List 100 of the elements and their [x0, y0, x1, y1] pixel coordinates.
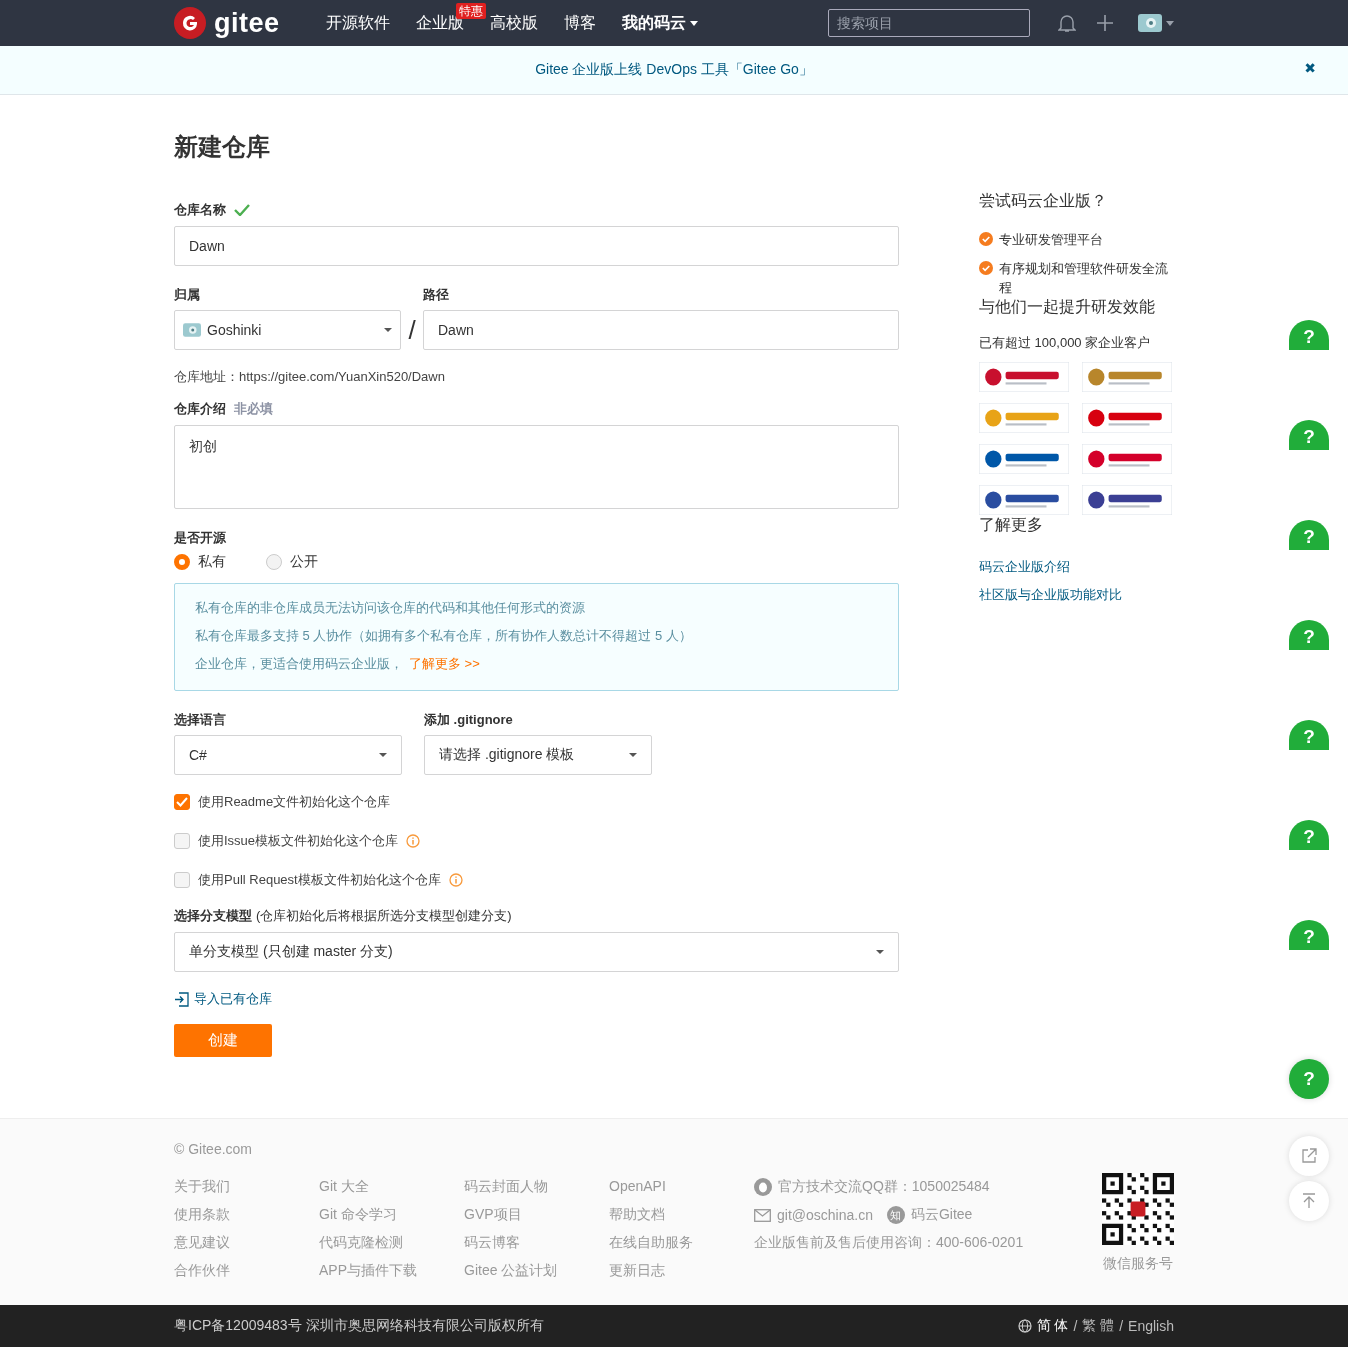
- footer-link[interactable]: 使用条款: [174, 1205, 319, 1223]
- footer-link[interactable]: OpenAPI: [609, 1177, 754, 1195]
- nav-link[interactable]: 开源软件: [326, 12, 390, 34]
- checkbox[interactable]: [174, 833, 190, 849]
- help-button[interactable]: ?: [1289, 620, 1329, 650]
- checkbox[interactable]: [174, 872, 190, 888]
- caret-icon: [690, 20, 698, 26]
- logo-text[interactable]: gitee: [214, 7, 280, 39]
- feature-text: 有序规划和管理软件研发全流程: [999, 260, 1169, 297]
- footer-link[interactable]: 码云博客: [464, 1233, 609, 1251]
- owner-select[interactable]: Goshinki: [174, 310, 401, 350]
- footer-link[interactable]: 合作伙伴: [174, 1261, 319, 1279]
- import-repository-link[interactable]: 导入已有仓库: [194, 990, 272, 1008]
- nav-link[interactable]: 我的码云: [622, 12, 698, 34]
- language-link[interactable]: 简 体: [1036, 1317, 1069, 1335]
- sidebar-heading: 了解更多: [979, 515, 1044, 535]
- help-button[interactable]: ?: [1289, 520, 1329, 550]
- help-button[interactable]: ?: [1289, 820, 1329, 850]
- sales-contact-text: 企业版售前及售后使用咨询：400-606-0201: [754, 1234, 1024, 1252]
- create-button[interactable]: 创建: [174, 1024, 272, 1057]
- sidebar-link[interactable]: 码云企业版介绍: [979, 558, 1174, 576]
- caret-icon: [1166, 20, 1174, 26]
- avatar-icon: [183, 323, 201, 337]
- field-label: 添加 .gitignore: [424, 711, 514, 729]
- field-label: 仓库名称: [174, 201, 226, 219]
- mail-icon: [754, 1208, 771, 1222]
- notice-text: 私有仓库最多支持 5 人协作（如拥有多个私有仓库，所有协作人数总计不得超过 5 人）: [195, 627, 693, 645]
- sidebar-link[interactable]: 社区版与企业版功能对比: [979, 586, 1174, 604]
- zhihu-badge: 知: [886, 1206, 905, 1224]
- footer-link[interactable]: Git 命令学习: [319, 1205, 464, 1223]
- nav-link[interactable]: 高校版: [490, 12, 538, 34]
- search-field[interactable]: 搜索项目: [828, 9, 1030, 37]
- path-separator: /: [407, 314, 417, 347]
- field-note: (仓库初始化后将根据所选分支模型创建分支): [256, 907, 512, 925]
- logo-icon[interactable]: [174, 7, 206, 39]
- path-input[interactable]: Dawn: [423, 310, 899, 350]
- check-icon: [979, 232, 993, 246]
- checkbox[interactable]: [174, 794, 190, 810]
- radio-label[interactable]: 公开: [290, 553, 318, 571]
- optional-hint: 非必填: [234, 400, 273, 418]
- help-button[interactable]: ?: [1289, 320, 1329, 350]
- footer-link[interactable]: GVP项目: [464, 1205, 609, 1223]
- radio-button[interactable]: [266, 554, 282, 570]
- info-icon[interactable]: [448, 873, 463, 887]
- field-label: 归属: [174, 286, 201, 304]
- footer-link[interactable]: 代码克隆检测: [319, 1233, 464, 1251]
- footer-link[interactable]: 更新日志: [609, 1261, 754, 1279]
- qq-icon: [754, 1178, 772, 1196]
- learn-more-link[interactable]: 了解更多 >>: [409, 655, 480, 673]
- caret-icon: [379, 753, 387, 757]
- footer-link[interactable]: 意见建议: [174, 1233, 319, 1251]
- branch-model-select[interactable]: 单分支模型 (只创建 master 分支): [174, 932, 899, 972]
- field-label: 是否开源: [174, 529, 227, 547]
- avatar-icon[interactable]: [1138, 14, 1162, 32]
- copyright-text: © Gitee.com: [174, 1141, 253, 1157]
- gitignore-select[interactable]: 请选择 .gitignore 模板: [424, 735, 652, 775]
- field-label: 选择语言: [174, 711, 227, 729]
- import-icon[interactable]: [174, 991, 190, 1007]
- notice-text: 企业仓库，更适合使用码云企业版，: [195, 655, 403, 673]
- announcement-link[interactable]: Gitee 企业版上线 DevOps 工具「Gitee Go」: [535, 61, 813, 79]
- checkbox-label[interactable]: 使用Readme文件初始化这个仓库: [198, 793, 391, 811]
- language-separator: /: [1073, 1318, 1078, 1334]
- icp-text: 粤ICP备12009483号 深圳市奥思网络科技有限公司版权所有: [174, 1317, 544, 1335]
- language-link[interactable]: English: [1128, 1318, 1174, 1334]
- radio-label[interactable]: 私有: [198, 553, 226, 571]
- info-icon[interactable]: [406, 834, 421, 848]
- help-button[interactable]: ?: [1289, 420, 1329, 450]
- footer-link[interactable]: 在线自助服务: [609, 1233, 754, 1251]
- qq-group-text: 官方技术交流QQ群：1050025484: [778, 1178, 990, 1196]
- help-button[interactable]: ?: [1289, 720, 1329, 750]
- checkbox-label[interactable]: 使用Pull Request模板文件初始化这个仓库: [198, 871, 441, 889]
- bell-icon[interactable]: [1058, 13, 1076, 33]
- caret-icon: [384, 328, 392, 332]
- zhihu-link[interactable]: 码云Gitee: [910, 1206, 973, 1224]
- page-title: 新建仓库: [174, 132, 271, 162]
- radio-button[interactable]: [174, 554, 190, 570]
- checkbox-label[interactable]: 使用Issue模板文件初始化这个仓库: [198, 832, 399, 850]
- email-link[interactable]: git@oschina.cn: [777, 1207, 873, 1223]
- arrow-up-icon: [1301, 1193, 1317, 1209]
- footer-link[interactable]: Gitee 公益计划: [464, 1261, 609, 1279]
- help-button[interactable]: ?: [1289, 1059, 1329, 1099]
- qr-code-icon: [1102, 1173, 1174, 1245]
- footer-link[interactable]: 关于我们: [174, 1177, 319, 1195]
- language-separator: /: [1119, 1318, 1124, 1334]
- sidebar-heading: 尝试码云企业版？: [979, 191, 1108, 211]
- name-input[interactable]: Dawn: [174, 226, 899, 266]
- language-link[interactable]: 繁 體: [1082, 1317, 1115, 1335]
- language-select[interactable]: C#: [174, 735, 402, 775]
- footer-link[interactable]: 码云封面人物: [464, 1177, 609, 1195]
- description-textarea[interactable]: 初创: [174, 425, 899, 509]
- footer-link[interactable]: Git 大全: [319, 1177, 464, 1195]
- close-icon[interactable]: ✖: [1304, 60, 1316, 76]
- footer-link[interactable]: APP与插件下载: [319, 1261, 464, 1279]
- feature-text: 专业研发管理平台: [999, 231, 1103, 249]
- help-button[interactable]: ?: [1289, 920, 1329, 950]
- plus-icon[interactable]: [1096, 14, 1114, 32]
- check-icon: [979, 261, 993, 275]
- sidebar-heading: 与他们一起提升研发效能: [979, 297, 1156, 317]
- footer-link[interactable]: 帮助文档: [609, 1205, 754, 1223]
- nav-link[interactable]: 博客: [564, 12, 596, 34]
